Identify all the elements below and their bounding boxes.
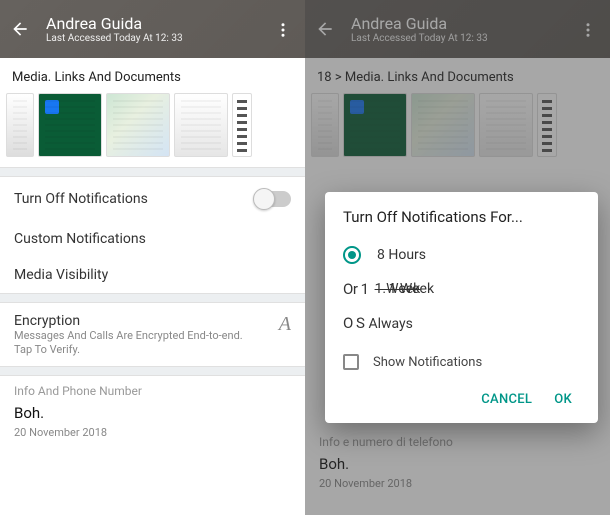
radio-prefix-garbled: O S: [343, 314, 364, 332]
header-text: Andrea Guida Last Accessed Today At 12: …: [32, 14, 183, 44]
custom-notifications-row[interactable]: Custom Notifications: [0, 221, 305, 257]
radio-icon: [343, 246, 361, 264]
encryption-title: Encryption: [14, 313, 244, 329]
breadcrumb: 18 > Media. Links And Documents: [305, 58, 610, 93]
media-thumb: [311, 93, 339, 157]
encryption-desc: Messages And Calls Are Encrypted End-to-…: [14, 329, 244, 358]
more-icon[interactable]: [271, 18, 295, 42]
radio-option-always[interactable]: O S Always: [343, 306, 580, 340]
header-text: Andrea Guida Last Accessed Today At 12: …: [337, 14, 488, 44]
media-thumb: [537, 93, 557, 157]
divider: [0, 366, 305, 376]
header: Andrea Guida Last Accessed Today At 12: …: [305, 0, 610, 58]
info-block: Info And Phone Number Boh. 20 November 2…: [0, 376, 305, 459]
more-icon: [576, 18, 600, 42]
media-section-label[interactable]: Media. Links And Documents: [0, 58, 305, 93]
turn-off-label: Turn Off Notifications: [14, 191, 148, 207]
pane-contact-info: Andrea Guida Last Accessed Today At 12: …: [0, 0, 305, 515]
media-thumb: [411, 93, 475, 157]
show-notifications-checkbox-row[interactable]: Show Notifications: [343, 340, 580, 376]
last-accessed: Last Accessed Today At 12: 33: [351, 33, 488, 44]
info-label: Info And Phone Number: [14, 384, 291, 398]
media-thumb: [343, 93, 407, 157]
media-thumb[interactable]: [232, 93, 252, 157]
ok-button[interactable]: OK: [546, 384, 580, 415]
cancel-button[interactable]: CANCEL: [473, 384, 540, 415]
root: Andrea Guida Last Accessed Today At 12: …: [0, 0, 610, 515]
media-thumb[interactable]: [174, 93, 228, 157]
info-block-bg: Info e numero di telefono Boh. 20 Novemb…: [305, 427, 610, 510]
info-value-bg: Boh.: [319, 455, 596, 473]
info-date-bg: 20 November 2018: [319, 477, 596, 490]
pane-contact-info-dialog: Andrea Guida Last Accessed Today At 12: …: [305, 0, 610, 515]
info-label-bg: Info e numero di telefono: [319, 435, 596, 449]
mute-dialog: Turn Off Notifications For... 8 Hours Or…: [325, 192, 598, 423]
divider: [0, 293, 305, 303]
encryption-text: Encryption Messages And Calls Are Encryp…: [14, 313, 244, 358]
radio-prefix-garbled: Or 1: [343, 280, 369, 298]
radio-option-1-week[interactable]: Or 1 1 Week: [343, 272, 580, 306]
contact-name: Andrea Guida: [46, 14, 183, 33]
custom-notifications-label: Custom Notifications: [14, 231, 146, 247]
media-visibility-label: Media Visibility: [14, 267, 108, 283]
radio-option-8-hours[interactable]: 8 Hours: [343, 238, 580, 272]
media-visibility-row[interactable]: Media Visibility: [0, 257, 305, 293]
notifications-toggle[interactable]: [255, 191, 291, 207]
info-value: Boh.: [14, 404, 291, 422]
media-thumb: [479, 93, 533, 157]
last-accessed: Last Accessed Today At 12: 33: [46, 33, 183, 44]
lock-icon: A: [279, 313, 291, 336]
media-thumb[interactable]: [38, 93, 102, 157]
media-thumbnail-strip: [305, 93, 610, 167]
contact-name: Andrea Guida: [351, 14, 488, 33]
radio-label: 1 Week: [389, 281, 435, 297]
info-date: 20 November 2018: [14, 426, 291, 439]
dialog-title: Turn Off Notifications For...: [343, 208, 580, 226]
back-icon[interactable]: [8, 17, 32, 41]
radio-label: 8 Hours: [377, 247, 426, 263]
media-thumb[interactable]: [106, 93, 170, 157]
media-thumb[interactable]: [6, 93, 34, 157]
back-icon: [313, 17, 337, 41]
radio-label: Always: [368, 316, 412, 332]
media-thumbnail-strip[interactable]: [0, 93, 305, 167]
checkbox-icon: [343, 354, 359, 370]
header: Andrea Guida Last Accessed Today At 12: …: [0, 0, 305, 58]
divider: [0, 167, 305, 177]
checkbox-label: Show Notifications: [373, 355, 482, 370]
dialog-actions: CANCEL OK: [343, 376, 580, 415]
turn-off-notifications-row[interactable]: Turn Off Notifications: [0, 177, 305, 221]
encryption-row[interactable]: Encryption Messages And Calls Are Encryp…: [0, 303, 305, 366]
